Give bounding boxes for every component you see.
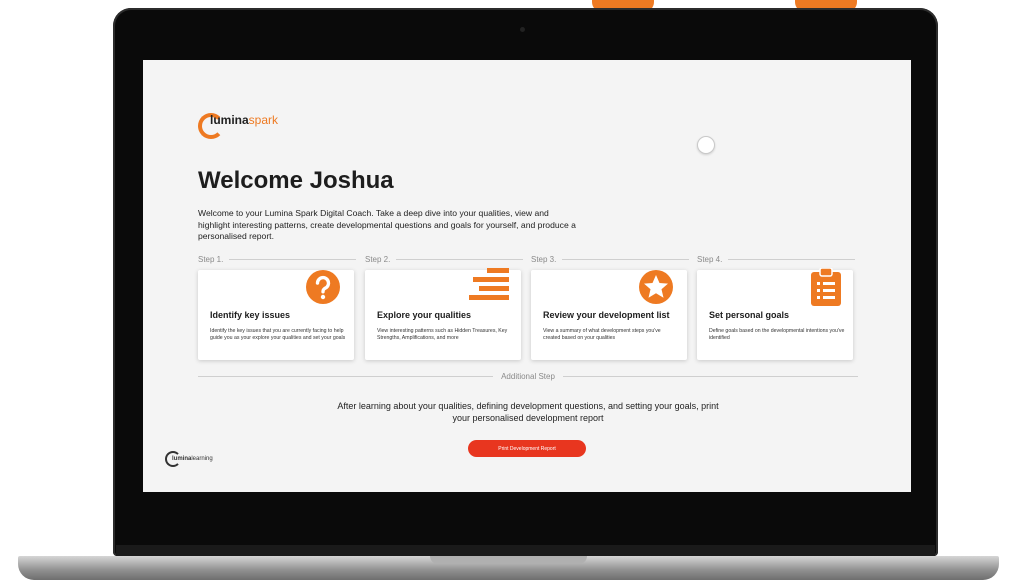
print-development-report-button[interactable]: Print Development Report [468, 440, 586, 457]
divider [198, 376, 494, 377]
card-description: Identify the key issues that you are cur… [210, 328, 346, 341]
intro-text: Welcome to your Lumina Spark Digital Coa… [198, 208, 576, 241]
card-identify-key-issues[interactable]: Identify key issues Identify the key iss… [198, 270, 354, 360]
step-label-3: Step 3. [531, 255, 689, 264]
divider [562, 259, 689, 260]
step-label-text: Step 2. [365, 255, 391, 264]
step-label-text: Step 1. [198, 255, 224, 264]
step-label-text: Step 4. [697, 255, 723, 264]
divider [396, 259, 523, 260]
logo-text: luminaspark [210, 113, 278, 127]
logo-secondary-text: spark [248, 113, 279, 127]
after-text: After learning about your qualities, def… [337, 401, 719, 423]
clipboard-icon [811, 267, 841, 311]
lumina-learning-logo: luminalearning [165, 451, 213, 467]
divider [728, 259, 855, 260]
card-description: View a summary of what development steps… [543, 328, 661, 341]
page-title: Welcome Joshua [198, 167, 394, 194]
question-icon [304, 268, 342, 311]
footer-logo-text: luminalearning [172, 456, 213, 462]
card-review-development-list[interactable]: Review your development list View a summ… [531, 270, 687, 360]
card-description: View interesting patterns such as Hidden… [377, 328, 508, 341]
card-set-personal-goals[interactable]: Set personal goals Define goals based on… [697, 267, 853, 360]
step-label-text: Step 3. [531, 255, 557, 264]
stacked-bars-icon [469, 268, 509, 307]
additional-step-label: Additional Step [501, 372, 555, 381]
additional-step-divider: Additional Step [198, 372, 859, 381]
divider [229, 259, 356, 260]
step-label-4: Step 4. [697, 255, 855, 264]
card-title: Identify key issues [210, 310, 291, 320]
card-description: Define goals based on the developmental … [709, 328, 845, 341]
card-explore-qualities[interactable]: Explore your qualities View interesting … [365, 268, 521, 360]
app-screen: luminaspark Welcome Joshua Welcome to yo… [143, 60, 911, 492]
step-label-2: Step 2. [365, 255, 523, 264]
step-label-1: Step 1. [198, 255, 356, 264]
toggle-dot[interactable] [697, 136, 715, 154]
camera-icon [520, 27, 525, 32]
footer-logo-secondary: learning [191, 456, 213, 462]
laptop-notch [430, 556, 587, 564]
logo-primary-text: lumina [210, 113, 249, 127]
card-title: Review your development list [543, 310, 670, 320]
star-icon [637, 268, 675, 311]
card-title: Set personal goals [709, 310, 790, 320]
card-title: Explore your qualities [377, 310, 472, 320]
footer-logo-primary: lumina [172, 456, 192, 462]
lumina-spark-logo: luminaspark [198, 113, 278, 139]
divider [562, 376, 859, 377]
